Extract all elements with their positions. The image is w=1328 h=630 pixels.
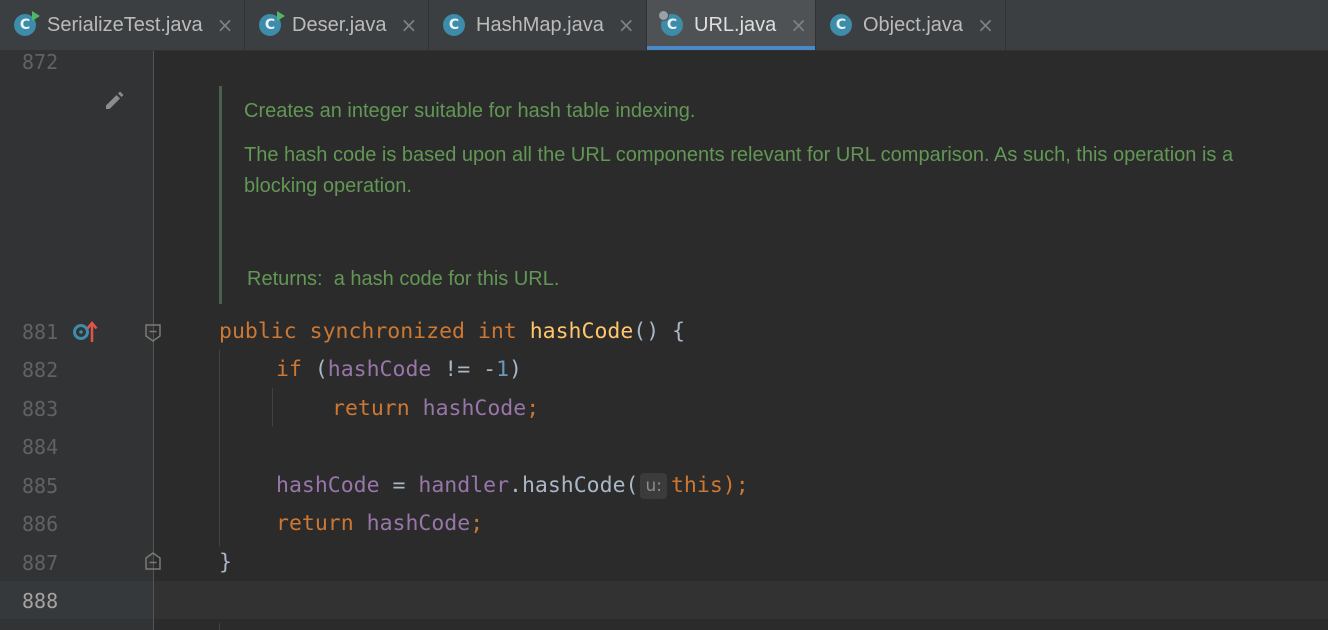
code-line-883[interactable]: return hashCode; [332,392,539,426]
keyword: return [332,396,410,421]
tab-url[interactable]: C URL.java × [647,0,816,50]
doc-comment-bar [219,86,222,304]
tab-deser[interactable]: C Deser.java × [245,0,429,50]
class-run-icon: C [259,11,285,36]
field: hashCode [276,473,380,498]
keyword: this [670,473,723,498]
line-number[interactable]: 885 [22,471,82,501]
line-number[interactable]: 883 [22,394,82,424]
line-number[interactable]: 886 [22,509,82,539]
class-icon: C [830,14,852,36]
field: hashCode [366,511,471,536]
field: hashCode [327,357,432,382]
line-number[interactable]: 882 [22,355,82,385]
parameter-hint: u: [640,473,667,499]
code-line-881[interactable]: public synchronized int hashCode() { [219,315,685,349]
indent-guide [219,623,220,630]
keyword: synchronized [309,319,465,344]
line-number[interactable]: 872 [22,47,82,77]
class-run-icon: C [14,11,40,36]
operator: != - [431,357,497,382]
tab-label: URL.java [694,13,777,36]
code-line-882[interactable]: if (hashCode != -1) [276,353,522,387]
indent-guide [219,350,220,546]
tab-label: Deser.java [292,13,387,36]
code-line-886[interactable]: return hashCode; [276,507,483,541]
punctuation: ( [301,357,328,382]
doc-description: The hash code is based upon all the URL … [244,144,1234,166]
keyword: if [276,357,302,382]
punctuation: ); [722,473,749,498]
tab-object[interactable]: C Object.java × [816,0,1006,50]
fold-icon[interactable] [144,323,162,343]
field: hashCode [422,396,527,421]
punctuation: ; [526,396,540,421]
close-icon[interactable]: × [977,15,994,35]
tab-label: SerializeTest.java [47,13,203,36]
class-locked-icon: C [658,10,683,36]
keyword: return [276,511,354,536]
punctuation: () { [633,319,686,344]
edit-pencil-icon[interactable] [103,88,127,112]
indent-guide [272,388,273,426]
keyword: public [219,319,297,344]
punctuation: ) [509,357,522,382]
line-number[interactable]: 887 [22,548,82,578]
method-call: .hashCode( [509,473,639,498]
close-icon[interactable]: × [401,15,418,35]
line-number[interactable]: 884 [22,432,82,462]
doc-description-cont: blocking operation. [244,175,412,197]
punctuation: } [219,550,232,575]
close-icon[interactable]: × [217,15,234,35]
editor-tab-bar: C SerializeTest.java × C Deser.java × C … [0,0,1328,51]
doc-summary: Creates an integer suitable for hash tab… [244,100,696,122]
operator: = [379,473,419,498]
code-line-885[interactable]: hashCode = handler.hashCode(u: this); [276,469,749,503]
field: handler [418,473,510,498]
tab-serializetest[interactable]: C SerializeTest.java × [0,0,245,50]
tab-label: Object.java [863,13,964,36]
class-icon: C [443,14,465,36]
close-icon[interactable]: × [618,15,635,35]
override-method-icon[interactable] [72,318,100,346]
tab-label: HashMap.java [476,13,604,36]
code-line-887[interactable]: } [219,546,232,580]
doc-returns-label: Returns: [247,268,323,290]
doc-returns: Returns: a hash code for this URL. [247,264,559,295]
tab-hashmap[interactable]: C HashMap.java × [429,0,647,50]
method-name: hashCode [529,319,634,344]
keyword: int [477,319,517,344]
current-line-highlight [0,581,1328,619]
close-icon[interactable]: × [790,15,807,35]
fold-end-icon[interactable] [144,551,162,571]
doc-returns-text: a hash code for this URL. [333,268,560,290]
punctuation: ; [470,511,484,536]
line-number[interactable]: 888 [22,586,82,616]
number-literal: 1 [496,357,510,382]
